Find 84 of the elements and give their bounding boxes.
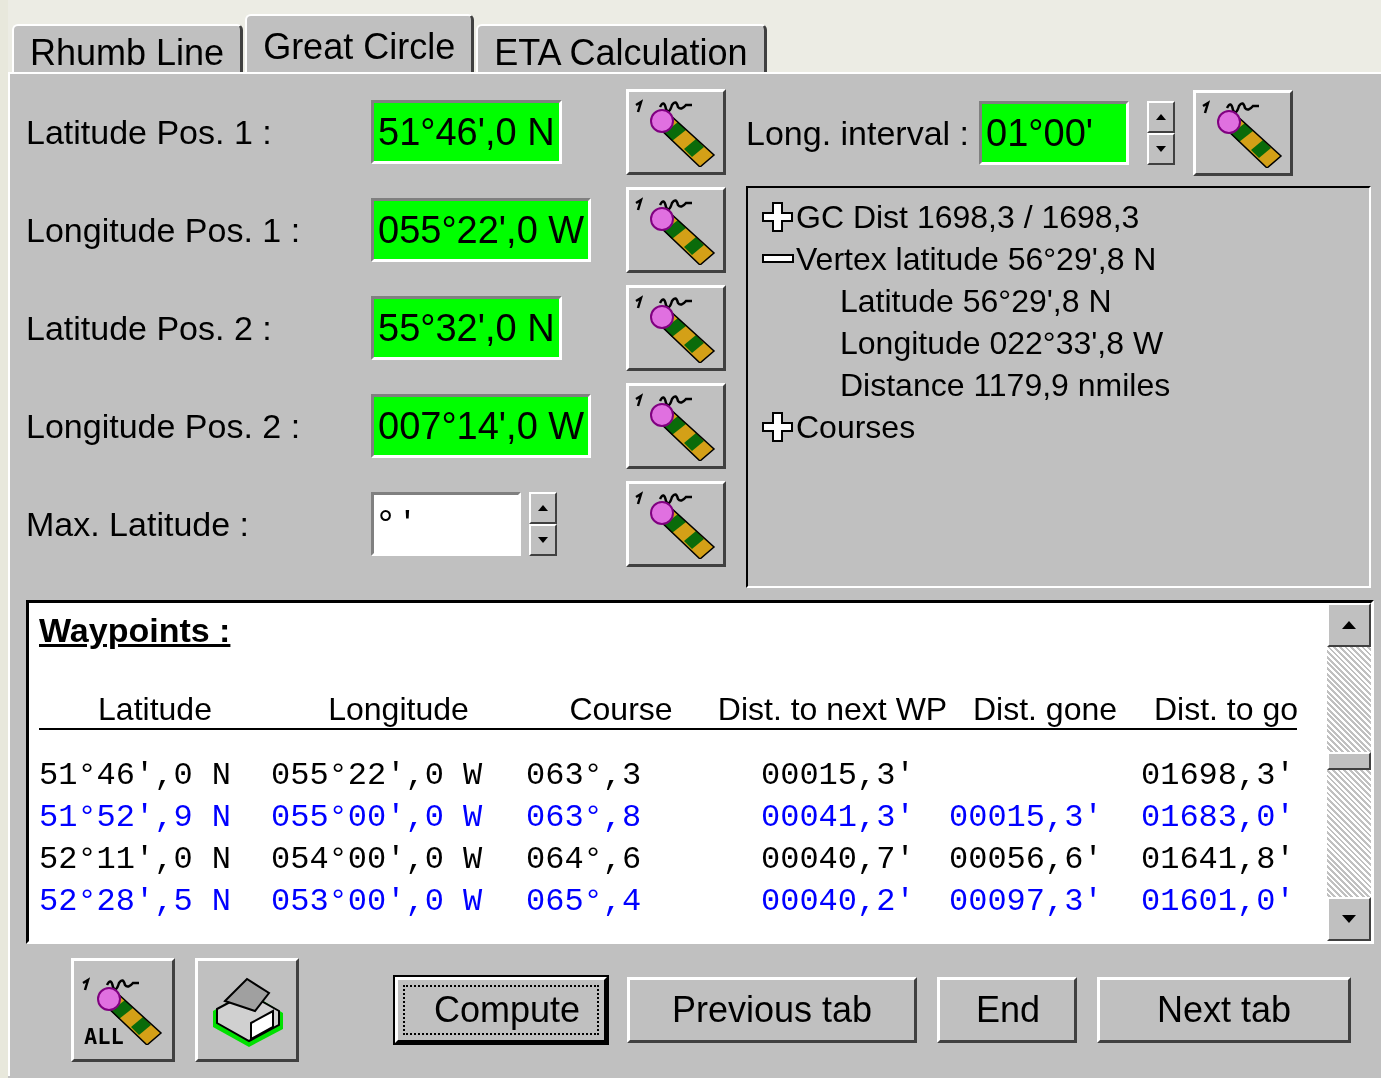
tree-item[interactable]: Vertex latitude 56°29',8 N (796, 240, 1157, 278)
input-field[interactable]: 55°32',0 N (371, 296, 562, 360)
dialog-button[interactable]: Previous tab (627, 977, 917, 1043)
column-header: Dist. to next WP (716, 691, 949, 728)
table-cell-text: 00015,3' (760, 756, 916, 794)
input-field[interactable]: 01°00' (979, 101, 1130, 165)
field-label: Longitude Pos. 1 : (26, 210, 302, 250)
table-cell-text: 01683,0' (1141, 798, 1296, 836)
spin-down-button[interactable] (529, 524, 557, 556)
table-cell-text: 053°00',0 W (271, 882, 484, 920)
pencil-icon (634, 489, 718, 559)
plus-icon[interactable] (762, 202, 796, 232)
table-cell-text: 063°,3 (526, 756, 643, 794)
tab[interactable]: Rhumb Line (12, 24, 244, 72)
field-label: Max. Latitude : (26, 504, 250, 544)
input-field[interactable]: 007°14',0 W (371, 394, 592, 458)
tab[interactable]: ETA Calculation (476, 24, 767, 72)
tree-item[interactable]: Latitude 56°29',8 N (840, 282, 1112, 320)
column-header: Course (568, 691, 674, 728)
down-arrow-icon (1341, 914, 1357, 924)
print-button[interactable] (195, 958, 299, 1062)
field-label: Longitude Pos. 2 : (26, 406, 302, 446)
field-label: Latitude Pos. 1 : (26, 112, 273, 152)
pencil-button[interactable] (626, 89, 726, 175)
table-cell-text: 064°,6 (526, 840, 643, 878)
table-cell-text: 063°,8 (526, 798, 643, 836)
table-cell-text: 065°,4 (526, 882, 643, 920)
pencil-button[interactable] (626, 285, 726, 371)
tree-item[interactable]: GC Dist 1698,3 / 1698,3 (796, 198, 1140, 236)
down-arrow-icon (1155, 145, 1168, 153)
pencil-icon (81, 975, 165, 1045)
table-cell-text: 01601,0' (1141, 882, 1296, 920)
column-header: Dist. to go (1152, 691, 1300, 728)
column-header: Latitude (97, 691, 213, 728)
scroll-up-button[interactable] (1327, 603, 1371, 647)
table-cell-text: 52°28',5 N (39, 882, 233, 920)
table-cell-text: 51°46',0 N (39, 756, 233, 794)
pencil-icon (634, 391, 718, 461)
dialog-button[interactable]: Next tab (1097, 977, 1351, 1043)
list-title: Waypoints : (39, 611, 231, 649)
table-cell-text: 054°00',0 W (271, 840, 484, 878)
tree-item[interactable]: Longitude 022°33',8 W (840, 324, 1164, 362)
column-header: Dist. gone (971, 691, 1119, 728)
tree-item[interactable]: Distance 1179,9 nmiles (840, 366, 1171, 404)
table-cell-text: 00056,6' (949, 840, 1104, 878)
pencil-button[interactable] (1193, 90, 1294, 176)
spin-up-button[interactable] (529, 492, 557, 524)
pencil-button[interactable] (626, 481, 726, 567)
tree-item[interactable]: Courses (796, 408, 916, 446)
table-cell-text: 055°22',0 W (271, 756, 484, 794)
field-label: Long. interval : (746, 113, 970, 153)
table-cell-text: 00015,3' (949, 798, 1104, 836)
scroll-down-button[interactable] (1327, 897, 1371, 941)
scroll-thumb[interactable] (1327, 752, 1371, 770)
pencil-icon (634, 97, 718, 167)
up-arrow-icon (1341, 620, 1357, 630)
table-cell-text: 055°00',0 W (271, 798, 484, 836)
input-field[interactable]: 055°22',0 W (371, 198, 592, 262)
spin-down-button[interactable] (1147, 133, 1176, 165)
table-cell-text: 01698,3' (1141, 756, 1296, 794)
column-header: Longitude (327, 691, 470, 728)
pencil-button[interactable] (626, 383, 726, 469)
pencil-icon (634, 293, 718, 363)
input-field[interactable]: ° ' (371, 492, 521, 556)
dialog-button[interactable]: Compute (395, 977, 607, 1043)
spin-up-button[interactable] (1147, 101, 1176, 133)
table-cell-text: 00040,7' (760, 840, 916, 878)
table-cell-text: 00097,3' (949, 882, 1104, 920)
up-arrow-icon (537, 504, 549, 512)
field-label: Latitude Pos. 2 : (26, 308, 273, 348)
up-arrow-icon (1155, 113, 1168, 121)
table-cell-text: 00041,3' (760, 798, 916, 836)
pencil-icon (634, 195, 718, 265)
pencil-button[interactable] (626, 187, 726, 273)
table-cell-text: 01641,8' (1141, 840, 1296, 878)
tab[interactable]: Great Circle (245, 14, 475, 72)
input-field[interactable]: 51°46',0 N (371, 100, 562, 164)
plus-icon[interactable] (762, 412, 796, 442)
table-cell-text: 51°52',9 N (39, 798, 233, 836)
down-arrow-icon (537, 536, 549, 544)
dialog-button[interactable]: End (937, 977, 1077, 1043)
table-cell-text: 52°11',0 N (39, 840, 233, 878)
table-cell-text: 00040,2' (760, 882, 916, 920)
compute-all-button[interactable]: ALL (71, 958, 175, 1062)
